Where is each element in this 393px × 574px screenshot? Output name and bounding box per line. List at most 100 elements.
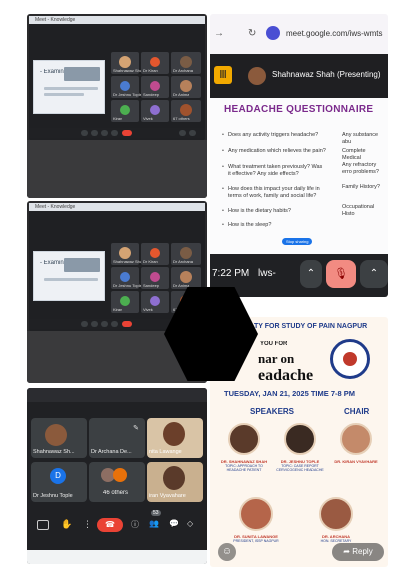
camera-icon[interactable]: [91, 321, 98, 327]
avatar: [120, 105, 130, 115]
participant-name: Sandeep: [143, 92, 160, 97]
participant-tile[interactable]: Sandeep: [141, 76, 169, 98]
mic-icon[interactable]: [81, 321, 88, 327]
participant-tile[interactable]: 67 others: [171, 100, 201, 122]
laptop-screen: Meet - Knowledge - Examination Shahnawaz…: [29, 16, 205, 140]
participant-name: Dr Jeshnu Tople: [113, 92, 142, 97]
presenter-label: Shahnawaz Shah (Presenting): [272, 70, 381, 79]
meet-bottom-bar: 7:22 PM lws- ⌃ 🎙 ⌃: [210, 254, 388, 297]
leave-call-icon[interactable]: [122, 130, 132, 136]
speaker-photo: [284, 423, 316, 455]
activities-icon[interactable]: ◇: [187, 519, 193, 528]
raise-hand-icon[interactable]: ✋: [61, 519, 72, 530]
stop-sharing-button[interactable]: Stop sharing: [282, 238, 313, 245]
poster-org: TY FOR STUDY OF PAIN NAGPUR: [254, 323, 368, 330]
participant-name: Vivek: [143, 116, 153, 121]
avatar: [150, 272, 160, 282]
browser-urlbar: → ↻ meet.google.com/iws-wmts: [210, 14, 388, 54]
back-icon[interactable]: →: [214, 28, 224, 39]
participant-tile[interactable]: nita Lawange: [147, 418, 203, 458]
chevron-up-button[interactable]: ⌃: [300, 260, 322, 288]
participant-tile[interactable]: Dr Jeshnu Tople: [111, 267, 142, 289]
logo-inner-icon: [343, 352, 357, 366]
question-item: How does this impact your daily life in …: [222, 186, 328, 200]
participant-name: 67 others: [173, 116, 190, 121]
slide-image: [44, 87, 98, 90]
participant-name: Dr Anima: [173, 283, 190, 288]
shared-slide: - Examination: [33, 251, 105, 301]
others-count: 46 others: [103, 490, 129, 496]
participant-tile[interactable]: Dr Anima: [171, 76, 201, 98]
question-item: Any substance abu: [342, 132, 386, 146]
reply-button[interactable]: ➦ Reply: [332, 543, 384, 561]
participant-tile[interactable]: Dr Kiran: [141, 243, 169, 265]
site-info-icon[interactable]: [266, 26, 280, 40]
url-text[interactable]: meet.google.com/iws-wmts: [286, 29, 386, 38]
avatar: [150, 105, 160, 115]
participant-count-badge: 53: [151, 510, 161, 516]
mic-muted-button[interactable]: 🎙: [326, 260, 356, 288]
more-icon[interactable]: ⋮: [83, 519, 92, 530]
laptop-photo-top: Meet - Knowledge - Examination Shahnawaz…: [27, 14, 207, 198]
participant-tile[interactable]: Kiran: [111, 100, 139, 122]
participant-tile[interactable]: Shahnawaz Sh...: [31, 418, 87, 458]
people-icon[interactable]: 👥: [149, 519, 159, 528]
participant-name: Vivek: [143, 307, 153, 312]
info-icon[interactable]: ⓘ: [131, 519, 139, 530]
participant-tile[interactable]: Vivek: [141, 100, 169, 122]
emoji-react-button[interactable]: ☺: [218, 543, 236, 561]
moderator-photo: [239, 497, 273, 531]
moderator-photo: [319, 497, 353, 531]
present-icon[interactable]: [37, 520, 49, 530]
reload-icon[interactable]: ↻: [248, 28, 256, 39]
poster-invite: YOU FOR: [260, 341, 288, 347]
participant-tile[interactable]: iran Vyavahare: [147, 462, 203, 502]
avatar: [119, 56, 131, 68]
participant-tile[interactable]: Dr Jeshnu Tople: [111, 76, 142, 98]
more-icon[interactable]: [111, 321, 118, 327]
taskbar: [27, 550, 207, 564]
moderator-role: PRESIDENT, ISSP NAGPUR: [233, 539, 279, 543]
avatar: [180, 80, 192, 92]
present-icon[interactable]: [101, 130, 108, 136]
camera-button[interactable]: ⌃: [360, 260, 388, 288]
participant-tile[interactable]: Dr Anima: [171, 267, 201, 289]
moderator-card: DR. SUNITA LAWANGE PRESIDENT, ISSP NAGPU…: [224, 497, 288, 543]
mic-icon[interactable]: [81, 130, 88, 136]
questionnaire-title: HEADACHE QUESTIONNAIRE: [224, 104, 374, 115]
camera-icon[interactable]: [91, 130, 98, 136]
people-icon[interactable]: [179, 130, 186, 136]
leave-call-icon[interactable]: [122, 321, 132, 327]
chat-icon[interactable]: [189, 130, 196, 136]
present-icon[interactable]: [101, 321, 108, 327]
participant-tile[interactable]: 46 others: [89, 462, 145, 502]
meeting-code: lws-: [258, 268, 276, 279]
more-icon[interactable]: [111, 130, 118, 136]
avatar: [150, 296, 160, 306]
chair-name: DR. KIRAN VYAVHARE: [334, 459, 378, 464]
participant-tile[interactable]: Kiran: [111, 291, 139, 313]
participant-tile[interactable]: Shahnawaz Shah: [111, 52, 144, 74]
speaker-photo: [228, 423, 260, 455]
participant-tile[interactable]: Shahnawaz Shah: [111, 243, 144, 265]
participant-tile[interactable]: Dr Archana: [171, 52, 201, 74]
question-item: Complete Medical: [342, 148, 386, 162]
participant-tile[interactable]: Dr Kiran: [141, 52, 169, 74]
browser-tab-title: Meet - Knowledge: [35, 204, 76, 210]
participant-tile[interactable]: ✎ Dr Archana De...: [89, 418, 145, 458]
slide-image: [44, 93, 84, 96]
participant-tile[interactable]: Sandeep: [141, 267, 169, 289]
chat-icon[interactable]: 💬: [169, 519, 179, 528]
participant-name: Dr Kiran: [143, 259, 158, 264]
leave-call-button[interactable]: ☎: [97, 518, 123, 532]
participant-name: Dr Archana: [173, 259, 194, 264]
speaker-card: DR. SHAHNAWAZ SHAH TOPIC: APPROACH TO HE…: [216, 423, 272, 472]
slide-image: [64, 67, 100, 81]
avatar: [150, 57, 160, 67]
participant-tile[interactable]: Vivek: [141, 291, 169, 313]
clock-time: 7:22 PM: [212, 268, 250, 279]
participant-tile[interactable]: D Dr Jeshnu Tople: [31, 462, 87, 502]
participant-tile[interactable]: Dr Archana: [171, 243, 201, 265]
question-item: How is the dietary habits?: [222, 208, 326, 215]
speakers-heading: SPEAKERS: [250, 407, 295, 416]
